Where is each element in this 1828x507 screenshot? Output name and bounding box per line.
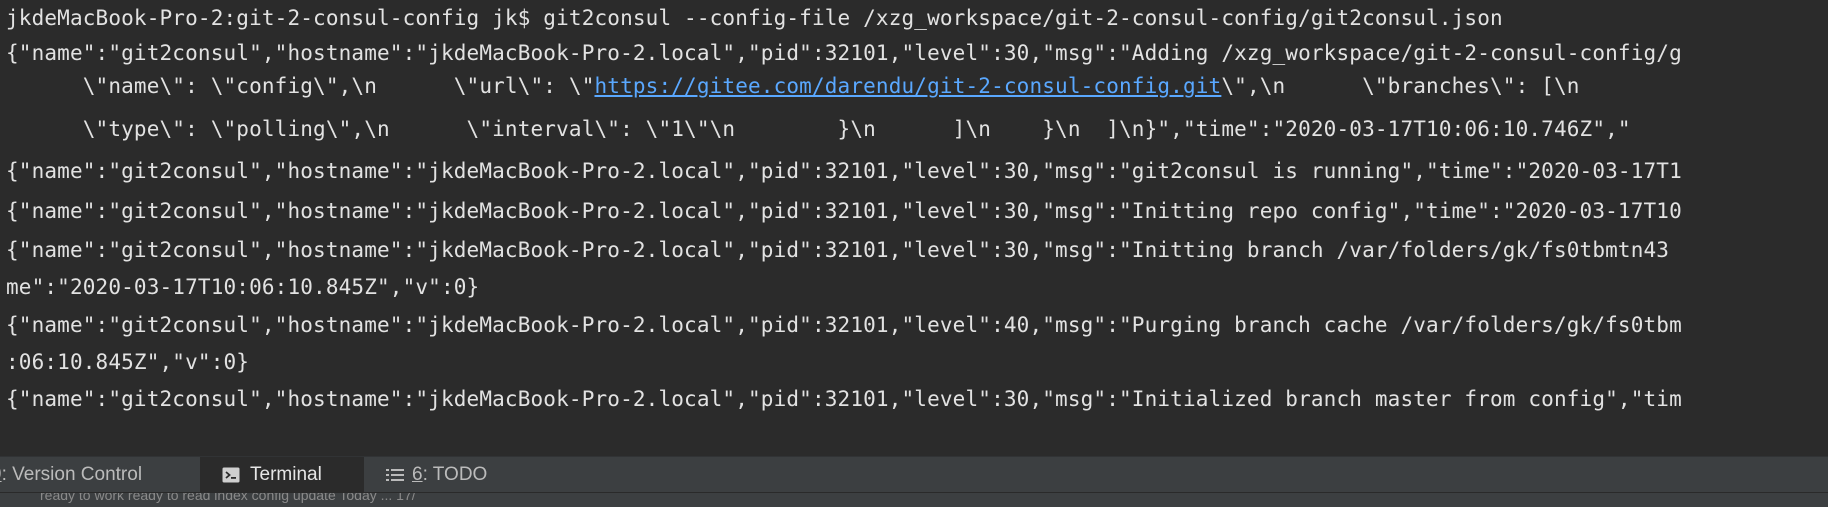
terminal-log-line: {"name":"git2consul","hostname":"jkdeMac… <box>6 159 1682 183</box>
list-icon <box>386 467 404 483</box>
terminal-log-line: {"name":"git2consul","hostname":"jkdeMac… <box>6 387 1682 411</box>
status-text: ready to work ready to read index config… <box>40 492 416 503</box>
status-bar: ready to work ready to read index config… <box>0 492 1828 507</box>
terminal-log-line: {"name":"git2consul","hostname":"jkdeMac… <box>6 238 1670 262</box>
tab-mnemonic: 6 <box>412 463 423 485</box>
terminal-log-line: me":"2020-03-17T10:06:10.845Z","v":0} <box>6 275 480 299</box>
terminal-log-line: {"name":"git2consul","hostname":"jkdeMac… <box>6 41 1682 65</box>
tab-terminal[interactable]: Terminal <box>200 457 364 492</box>
terminal-text: \"name\": \"config\",\n \"url\": \" <box>6 74 595 98</box>
terminal-log-line: \"name\": \"config\",\n \"url\": \"https… <box>6 68 1580 104</box>
repo-url-link[interactable]: https://gitee.com/darendu/git-2-consul-c… <box>594 74 1221 98</box>
terminal-text: \",\n \"branches\": [\n <box>1221 74 1580 98</box>
terminal-command-line: jkdeMacBook-Pro-2:git-2-consul-config jk… <box>6 6 1503 30</box>
tab-label: Terminal <box>250 463 322 485</box>
tab-label: : Version Control <box>1 463 143 485</box>
terminal-output[interactable]: jkdeMacBook-Pro-2:git-2-consul-config jk… <box>0 0 1828 456</box>
tool-window-bar: 9: Version Control Terminal 6: TODO <box>0 456 1828 492</box>
terminal-icon <box>222 467 240 483</box>
terminal-log-line: :06:10.845Z","v":0} <box>6 350 250 374</box>
terminal-log-line: \"type\": \"polling\",\n \"interval\": \… <box>6 117 1631 141</box>
tab-version-control[interactable]: 9: Version Control <box>0 457 187 492</box>
terminal-log-line: {"name":"git2consul","hostname":"jkdeMac… <box>6 199 1682 223</box>
tab-todo[interactable]: 6: TODO <box>386 457 526 492</box>
tab-label: : TODO <box>422 463 488 485</box>
terminal-log-line: {"name":"git2consul","hostname":"jkdeMac… <box>6 313 1682 337</box>
